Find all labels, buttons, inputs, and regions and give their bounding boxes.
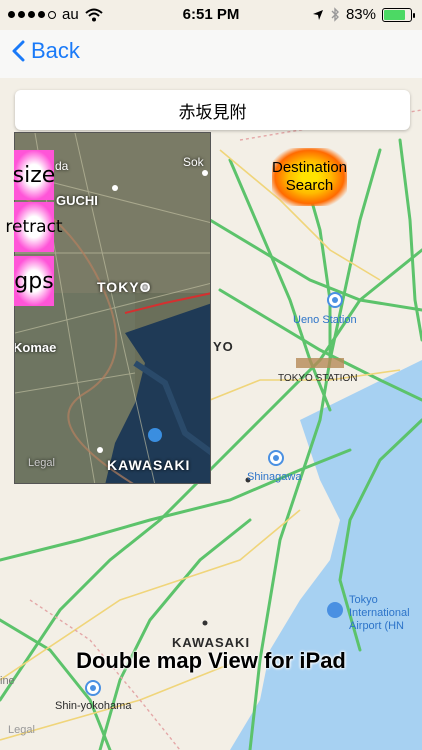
back-label: Back: [31, 38, 80, 63]
search-label: Search: [285, 177, 334, 194]
destination-label: Destination: [271, 159, 348, 176]
back-button[interactable]: Back: [12, 38, 80, 64]
shinagawa-label: Shinagawa: [247, 471, 302, 483]
status-bar: au 6:51 PM 83%: [0, 0, 422, 30]
mini-label-da: da: [55, 159, 69, 173]
destination-search-button[interactable]: Destination Search: [272, 148, 347, 206]
tokyo-station-label: TOKYO STATION: [278, 373, 358, 384]
promo-caption: Double map View for iPad: [76, 648, 346, 673]
bluetooth-icon: [331, 7, 339, 22]
mini-label-komae: Komae: [14, 340, 57, 355]
size-button[interactable]: size: [13, 150, 55, 200]
ueno-station-label: Ueno Station: [293, 314, 357, 326]
mini-label-tokyo: TOKYO: [97, 279, 152, 295]
yo-label: YO: [213, 339, 234, 354]
navigation-bar: Back: [0, 30, 422, 78]
chevron-left-icon: [12, 40, 25, 62]
battery-percentage: 83%: [345, 6, 376, 23]
ine-label: ine: [0, 675, 15, 687]
place-title[interactable]: 赤坂見附: [15, 90, 410, 130]
gps-button[interactable]: gps: [14, 256, 54, 306]
mini-label-guchi: GUCHI: [56, 193, 98, 208]
map-legal-link[interactable]: Legal: [8, 724, 35, 736]
location-arrow-icon: [312, 9, 323, 20]
battery-icon: [382, 7, 415, 22]
mini-label-sok: Sok: [183, 155, 204, 169]
mini-label-kawasaki: KAWASAKI: [107, 457, 191, 473]
shin-yokohama-label: Shin-yokohama: [55, 700, 132, 712]
retract-button[interactable]: retract: [5, 202, 63, 252]
mini-map-legal[interactable]: Legal: [28, 457, 55, 469]
tokyo-intl-airport-label: Tokyo International Airport (HN: [349, 594, 410, 632]
